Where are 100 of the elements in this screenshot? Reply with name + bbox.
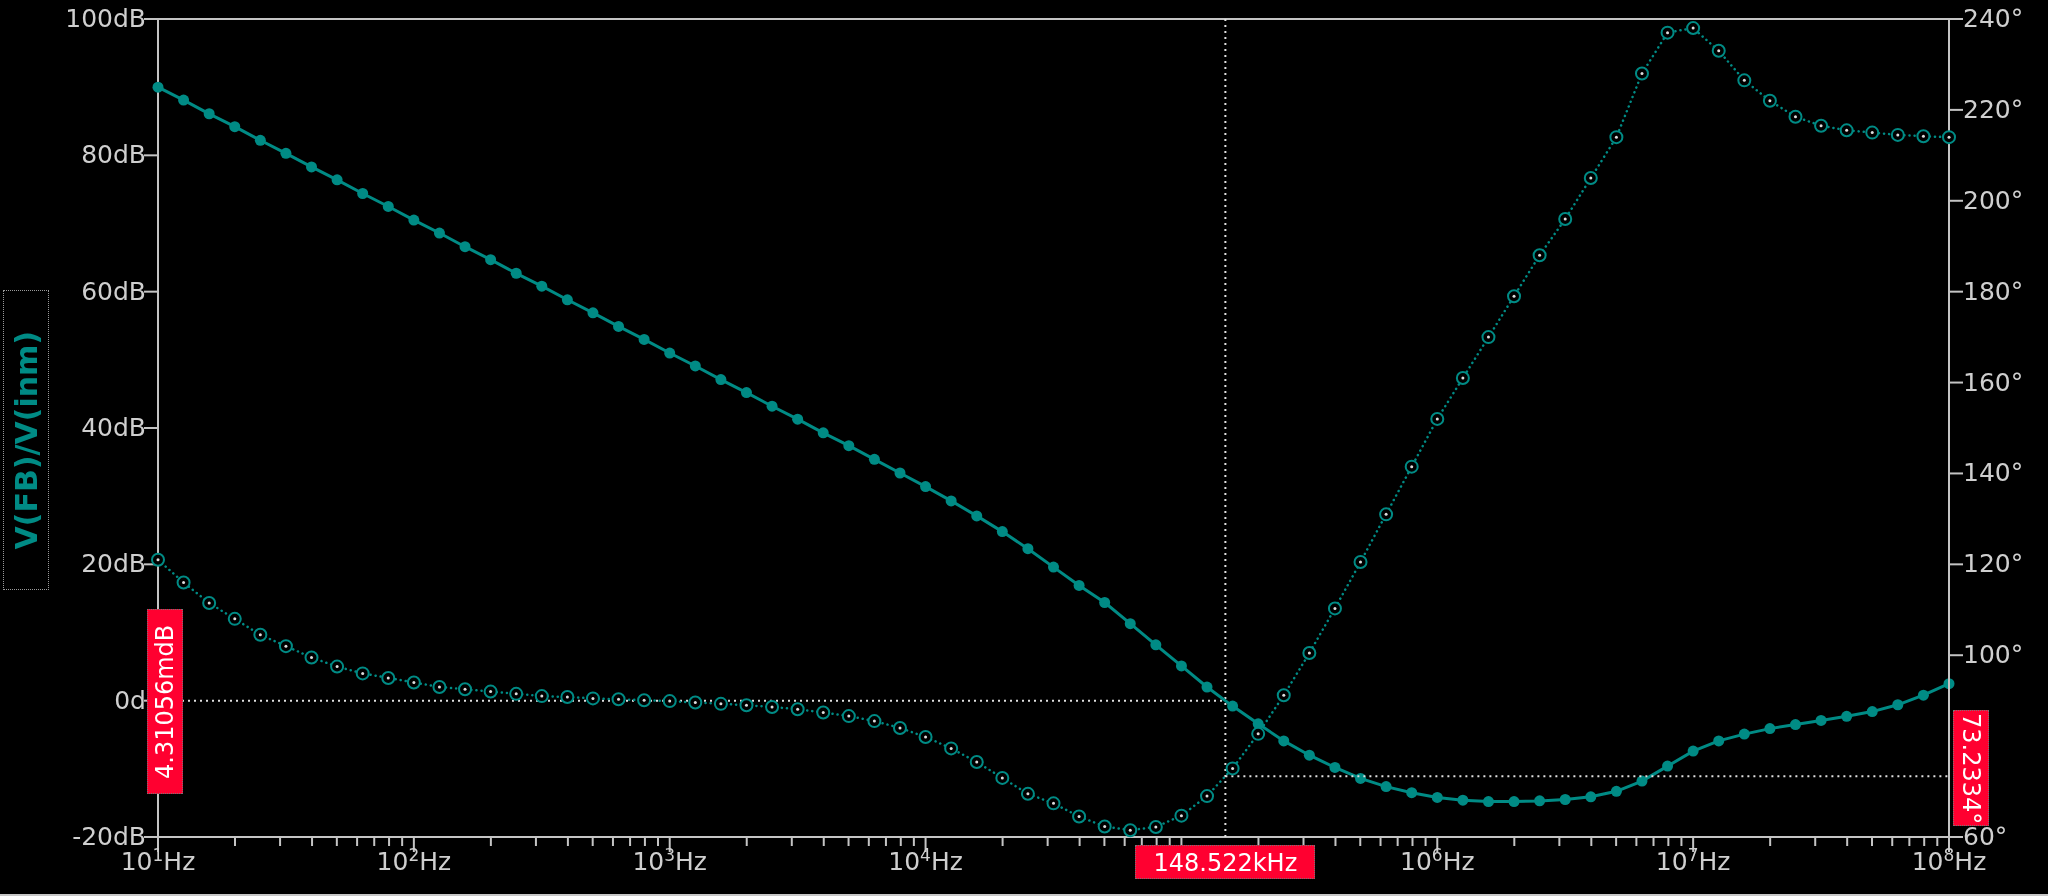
data-point: [638, 333, 650, 345]
data-point: [1866, 706, 1878, 718]
data-point: [1099, 597, 1111, 608]
tick-label: 10$^{4}$Hz: [888, 849, 963, 875]
data-point: [1200, 789, 1214, 804]
data-point: [1558, 211, 1573, 226]
tick-label: 10$^{2}$Hz: [376, 849, 452, 875]
data-point: [1559, 794, 1571, 805]
data-point: [330, 659, 345, 674]
data-point: [229, 121, 241, 133]
data-point: [1046, 796, 1061, 811]
data-point: [357, 188, 369, 199]
data-point: [1610, 785, 1622, 797]
data-point: [1713, 735, 1725, 747]
data-point: [1737, 73, 1752, 88]
data-point: [1174, 808, 1189, 823]
data-point: [1814, 118, 1829, 133]
data-point: [1073, 579, 1085, 591]
data-point: [893, 720, 907, 735]
tick-label: 10$^{8}$Hz: [1911, 849, 1987, 875]
data-point: [1790, 719, 1801, 731]
data-point: [1227, 700, 1239, 712]
data-point: [945, 495, 957, 507]
data-point: [1942, 130, 1956, 145]
data-point: [1890, 127, 1905, 142]
data-point: [715, 374, 727, 386]
data-point: [534, 689, 549, 704]
data-point: [613, 320, 625, 332]
data-point: [1251, 726, 1266, 741]
data-point: [1150, 639, 1162, 651]
data-point: [381, 670, 396, 685]
tick-label: 10$^{1}$Hz: [120, 849, 196, 875]
data-point: [713, 696, 728, 711]
data-point: [740, 387, 752, 399]
tick-label: 40dB: [81, 415, 146, 441]
data-point: [1686, 21, 1701, 36]
data-point: [662, 694, 677, 709]
tick-label: 80dB: [81, 142, 146, 169]
data-point: [1355, 772, 1367, 784]
data-point: [1660, 25, 1675, 40]
data-point: [1917, 689, 1929, 701]
data-point: [1455, 371, 1470, 385]
data-point: [1406, 787, 1418, 799]
data-point: [1276, 688, 1291, 703]
data-point: [151, 552, 165, 567]
tick-label: -20dB: [72, 824, 146, 850]
data-point: [1764, 723, 1776, 735]
cursor-readout: 73.2334°: [1953, 710, 1989, 827]
data-point: [408, 214, 420, 226]
data-point: [969, 755, 984, 769]
data-point: [1534, 795, 1546, 807]
axis-title: V(FB)/V(inm): [3, 290, 49, 590]
data-point: [1123, 823, 1138, 838]
data-point: [1353, 555, 1368, 570]
data-point: [458, 682, 473, 697]
data-point: [176, 575, 191, 590]
tick-label: 10$^{7}$Hz: [1655, 849, 1731, 875]
y-axis-title: V(FB)/V(inm): [8, 330, 44, 550]
cursor-readout: 4.31056mdB: [147, 608, 183, 794]
data-point: [1609, 130, 1624, 145]
data-point: [254, 134, 266, 146]
data-point: [1225, 761, 1240, 776]
data-point: [1583, 171, 1598, 186]
data-point: [1738, 728, 1750, 740]
data-point: [1636, 775, 1648, 787]
tick-label: 180°: [1963, 278, 2024, 305]
data-point: [485, 254, 497, 266]
tick-label: 0d: [114, 687, 146, 714]
data-point: [867, 714, 882, 729]
data-point: [1278, 735, 1290, 747]
data-point: [971, 510, 983, 522]
data-point: [1482, 796, 1494, 808]
data-point: [1815, 714, 1827, 726]
data-point: [1892, 699, 1904, 711]
data-point: [561, 294, 573, 306]
data-point: [227, 611, 242, 626]
data-point: [1327, 601, 1342, 616]
data-point: [918, 730, 933, 744]
tick-label: 10$^{6}$Hz: [1400, 849, 1475, 875]
data-point: [1762, 93, 1777, 108]
data-point: [510, 267, 522, 279]
data-point: [739, 698, 754, 713]
data-point: [1329, 761, 1341, 773]
data-point: [355, 666, 370, 681]
data-point: [1022, 543, 1034, 555]
data-point: [406, 675, 421, 690]
data-point: [1508, 796, 1520, 808]
data-point: [611, 692, 626, 707]
tick-label: 60°: [1963, 824, 2008, 850]
data-point: [306, 161, 317, 173]
data-point: [1020, 786, 1035, 801]
data-point: [253, 627, 268, 642]
data-point: [1711, 43, 1726, 58]
data-point: [1507, 289, 1522, 304]
data-point: [1201, 681, 1213, 693]
data-point: [1457, 794, 1469, 806]
data-point: [1865, 125, 1880, 140]
data-point: [1124, 618, 1136, 630]
data-point: [996, 526, 1008, 538]
cursor-line[interactable]: [1224, 18, 1227, 838]
